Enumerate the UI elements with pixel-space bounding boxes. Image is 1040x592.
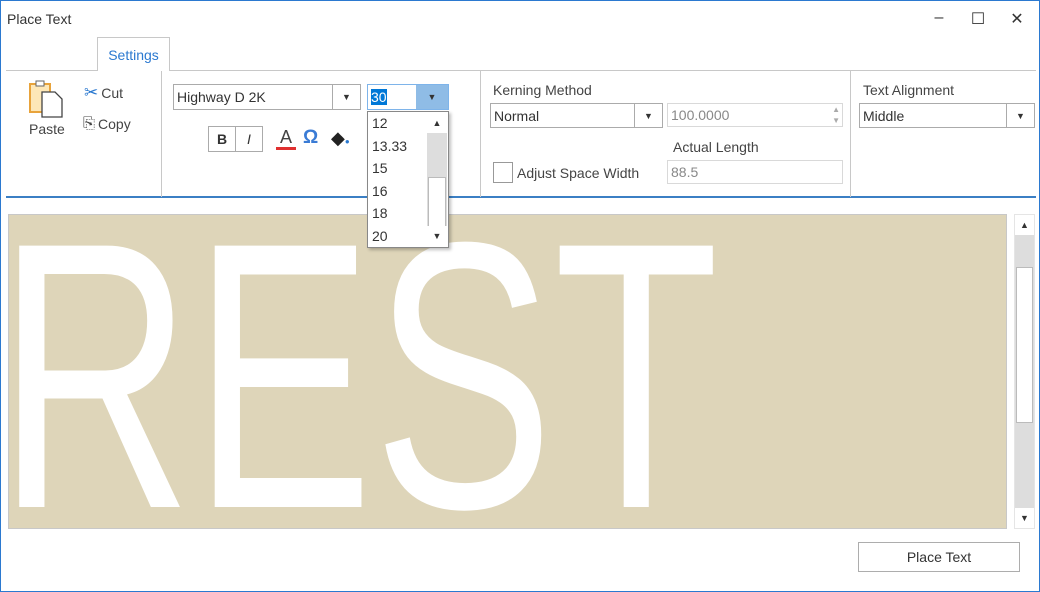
font-size-dropdown: 12 13.33 15 16 18 20 ▲ ▼ [367, 111, 449, 248]
close-button[interactable]: ✕ [1005, 9, 1029, 31]
spinner-arrows-icon[interactable]: ▲ ▼ [832, 104, 840, 126]
scroll-up-icon[interactable]: ▲ [427, 113, 447, 133]
place-text-button[interactable]: Place Text [858, 542, 1020, 572]
font-name-value: Highway D 2K [177, 89, 266, 105]
scissors-icon: ✂ [84, 83, 99, 102]
kerning-method-value: Normal [494, 107, 540, 124]
chevron-down-icon[interactable]: ▼ [1006, 104, 1034, 127]
font-name-combo[interactable]: Highway D 2K ▼ [173, 84, 361, 110]
place-text-window: Place Text – ☐ ✕ Settings Paste ✂ Cut ⎘ … [0, 0, 1040, 592]
text-alignment-value: Middle [863, 107, 905, 124]
kerning-method-combo[interactable]: Normal ▼ [490, 103, 663, 128]
paste-label: Paste [29, 121, 65, 137]
chevron-down-icon[interactable]: ▼ [416, 85, 448, 109]
cut-button[interactable]: ✂ Cut [84, 83, 123, 103]
divider [480, 71, 481, 197]
maximize-button[interactable]: ☐ [966, 9, 990, 31]
tab-settings[interactable]: Settings [97, 37, 170, 71]
kerning-method-label: Kerning Method [493, 82, 592, 98]
scroll-down-icon[interactable]: ▼ [427, 226, 447, 246]
bold-button[interactable]: B [209, 127, 236, 151]
style-buttons: B I [208, 126, 263, 152]
actual-length-field[interactable]: 88.5 [667, 160, 843, 184]
font-size-combo[interactable]: 30 ▼ [367, 84, 449, 110]
text-alignment-combo[interactable]: Middle ▼ [859, 103, 1035, 128]
kerning-value: 100.0000 [671, 107, 730, 123]
preview-scrollbar[interactable]: ▲ ▼ [1014, 214, 1035, 529]
fill-bucket-icon[interactable]: ◆● [331, 128, 350, 149]
scroll-thumb[interactable] [428, 177, 446, 227]
italic-button[interactable]: I [236, 127, 262, 151]
adjust-space-width-checkbox[interactable] [493, 162, 513, 183]
cut-label: Cut [101, 85, 124, 101]
font-color-icon[interactable]: A [276, 127, 296, 150]
scroll-down-icon[interactable]: ▼ [1015, 508, 1034, 528]
preview-text: REST [9, 215, 719, 529]
divider [850, 71, 851, 197]
minimize-button[interactable]: – [927, 9, 951, 31]
adjust-space-width-label: Adjust Space Width [517, 165, 640, 181]
font-size-value[interactable]: 30 [371, 89, 387, 105]
paste-icon [29, 80, 63, 118]
copy-button[interactable]: ⎘ Copy [83, 115, 131, 132]
preview-canvas: REST [9, 215, 719, 529]
font-size-value-wrap: 30 [368, 89, 416, 105]
symbol-omega-icon[interactable]: Ω [303, 127, 318, 149]
dropdown-scrollbar[interactable]: ▲ ▼ [427, 113, 447, 246]
paste-button[interactable]: Paste [25, 79, 69, 139]
divider [161, 71, 162, 197]
text-preview: REST [8, 214, 1007, 529]
kerning-value-spinner[interactable]: 100.0000 ▲ ▼ [667, 103, 843, 127]
scroll-thumb[interactable] [1016, 267, 1033, 423]
actual-length-label: Actual Length [673, 139, 759, 155]
copy-icon: ⎘ [83, 115, 96, 132]
chevron-down-icon[interactable]: ▼ [332, 85, 360, 109]
text-alignment-label: Text Alignment [863, 82, 955, 98]
window-title: Place Text [7, 11, 72, 27]
chevron-down-icon[interactable]: ▼ [634, 104, 662, 127]
scroll-up-icon[interactable]: ▲ [1015, 215, 1034, 235]
copy-label: Copy [98, 115, 131, 132]
